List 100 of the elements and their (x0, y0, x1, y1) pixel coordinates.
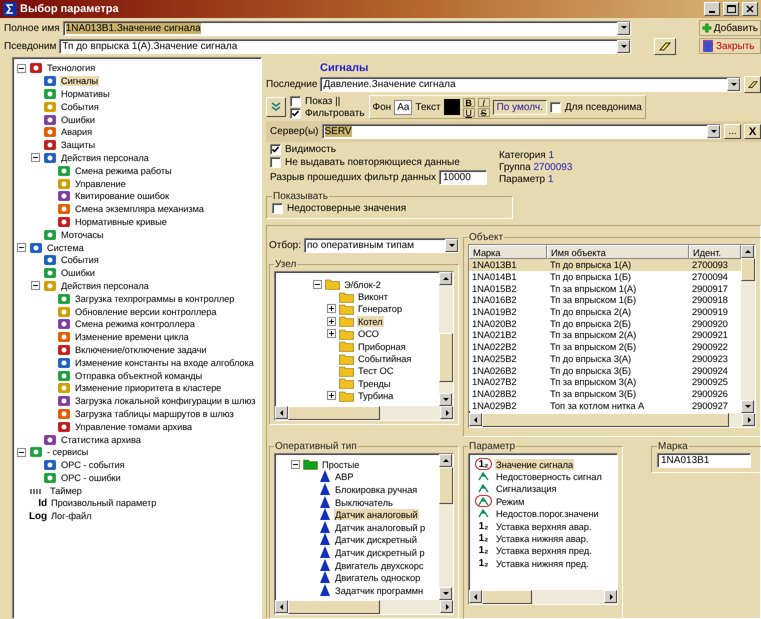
tree-item[interactable]: Изменение приоритета в кластере (74, 383, 222, 394)
scroll-thumb[interactable] (288, 406, 380, 420)
list-item[interactable]: Сигнализация (495, 483, 558, 494)
tree-item[interactable]: Загрузка техпрограммы в контроллер (74, 294, 236, 304)
list-item[interactable]: Уставка верхняя авар. (495, 520, 592, 532)
tree-item[interactable]: Событийная (357, 353, 412, 364)
tree-item[interactable]: OPC - ошибки (60, 472, 122, 483)
tree-item[interactable]: Изменение времени цикла (74, 332, 190, 342)
tree-item[interactable]: Статистика архива (60, 434, 142, 444)
minus-box-icon[interactable] (31, 153, 40, 162)
tree-item[interactable]: Действия персонала (60, 280, 150, 291)
tree-item[interactable]: Выключатель (334, 496, 394, 508)
tree-item[interactable]: Ошибки (60, 268, 96, 278)
alias-combo[interactable]: Тп до впрыска 1(А).Значение сигнала (59, 39, 631, 54)
full-name-combo[interactable]: 1NA013B1.Значение сигнала (62, 20, 631, 36)
default-button[interactable]: По умолч. (492, 100, 547, 114)
tree-item[interactable]: Таймер (49, 486, 83, 496)
scrollbar[interactable] (469, 590, 617, 604)
list-item[interactable]: Недостоверность сигнал (495, 471, 603, 482)
tree-item[interactable]: Датчик дискретный р (334, 546, 426, 558)
scrollbar[interactable] (439, 454, 453, 600)
checkbox[interactable] (290, 96, 301, 106)
scrollbar[interactable] (275, 600, 453, 614)
tree-item[interactable]: Турбина (357, 390, 394, 402)
tree-item[interactable]: Управление томами архива (74, 422, 194, 432)
tree-item[interactable]: События (60, 255, 100, 266)
plus-box-icon[interactable] (327, 316, 336, 326)
list-item[interactable]: Уставка нижняя пред. (495, 558, 590, 569)
tree-item[interactable]: События (60, 102, 100, 112)
list-item[interactable]: Уставка нижняя авар. (495, 533, 590, 544)
recent-combo[interactable]: Давление.Значение сигнала (320, 77, 741, 92)
tree-item[interactable]: Тест ОС (357, 365, 394, 376)
tree-item[interactable]: Действия персонала (60, 152, 150, 163)
maximize-button[interactable] (723, 2, 739, 16)
tree-item[interactable]: Смена экземпляра механизма (74, 204, 205, 214)
tree-item[interactable]: Защиты (60, 140, 96, 150)
tree-item[interactable]: Технология (46, 63, 96, 74)
tree-item[interactable]: Смена режима работы (74, 166, 173, 176)
list-item[interactable]: Недостов.порог.значени (495, 508, 600, 520)
tree-item[interactable]: Сигналы (60, 76, 100, 86)
checkbox[interactable] (550, 102, 561, 112)
tree-item[interactable]: Включение/отключение задачи (74, 344, 208, 355)
tree-item[interactable]: Задатчик программн (334, 584, 424, 596)
underline-button[interactable]: U (462, 108, 475, 116)
minimize-button[interactable] (704, 2, 720, 16)
tree-item[interactable]: Система (46, 242, 85, 253)
scrollbar[interactable] (741, 245, 755, 413)
minus-box-icon[interactable] (31, 281, 40, 290)
tree-item[interactable]: Нормативные кривые (74, 216, 168, 227)
font-sample[interactable]: Aa (394, 100, 412, 114)
column-header[interactable]: Марка (469, 245, 547, 259)
list-item[interactable]: Значение сигнала (495, 458, 574, 470)
tree-item[interactable]: Смена режима контроллера (74, 319, 196, 330)
tree-item[interactable]: Моточасы (60, 230, 104, 240)
collapse-button[interactable] (266, 97, 286, 117)
italic-button[interactable]: I (478, 98, 490, 106)
minus-box-icon[interactable] (17, 448, 26, 457)
tree-item[interactable]: Э/блок-2 (343, 278, 382, 290)
list-item[interactable]: Уставка верхняя пред. (495, 545, 593, 556)
scroll-thumb[interactable] (288, 600, 380, 614)
tree-item[interactable]: OPC - события (60, 460, 126, 470)
gap-input[interactable]: 10000 (438, 170, 487, 185)
tree-item[interactable]: Нормативы (60, 88, 111, 99)
tree-item[interactable]: Загрузка локальной конфигурации в шлюз (74, 396, 256, 406)
tree-item[interactable]: Изменение константы на входе алгоблока (74, 358, 255, 368)
plus-box-icon[interactable] (327, 304, 336, 314)
server-combo[interactable]: SERV (322, 124, 721, 139)
tree-item[interactable]: Простые (321, 458, 360, 470)
close-button[interactable] (742, 2, 758, 16)
tree-item[interactable]: Котел (357, 316, 384, 327)
minus-box-icon[interactable] (313, 280, 322, 289)
scrollbar[interactable] (275, 406, 453, 420)
close-dialog-button[interactable]: Закрыть (699, 38, 761, 54)
tree-item[interactable]: Виконт (357, 291, 389, 302)
tree-item[interactable]: Авария (60, 127, 94, 138)
table-row[interactable]: 1NA013B1 Тп до впрыска 1(А) 2700093 (469, 259, 741, 271)
minus-box-icon[interactable] (17, 243, 26, 252)
tree-item[interactable]: Генератор (357, 303, 403, 314)
plus-box-icon[interactable] (327, 329, 336, 338)
column-header[interactable]: Идент. (689, 245, 741, 259)
checkbox[interactable] (270, 144, 281, 155)
minus-box-icon[interactable] (17, 64, 26, 73)
checkbox[interactable] (270, 157, 281, 168)
tree-item[interactable]: Загрузка таблицы маршрутов в шлюз (74, 408, 235, 419)
list-item[interactable]: Режим (495, 496, 526, 507)
tree-item[interactable]: АВР (334, 471, 354, 482)
tree-item[interactable]: Датчик дискретный (334, 534, 418, 546)
tree-item[interactable]: Лог-файл (50, 511, 92, 522)
tree-item[interactable]: Блокировка ручная (334, 484, 418, 495)
tree-item[interactable]: Обновление версии контроллера (74, 306, 218, 317)
eraser-button[interactable] (654, 38, 676, 55)
add-button[interactable]: Добавить (699, 20, 761, 36)
tree-item[interactable]: Двигатель двухскорс (334, 560, 424, 571)
tree-item[interactable]: Датчик аналоговый (334, 509, 419, 520)
tree-item[interactable]: - сервисы (46, 447, 90, 458)
scroll-thumb[interactable] (741, 258, 755, 281)
tree-item[interactable]: Тренды (357, 378, 392, 389)
tree-item[interactable]: Ошибки (60, 114, 96, 125)
scroll-thumb[interactable] (439, 332, 453, 382)
color-swatch[interactable] (444, 99, 460, 115)
